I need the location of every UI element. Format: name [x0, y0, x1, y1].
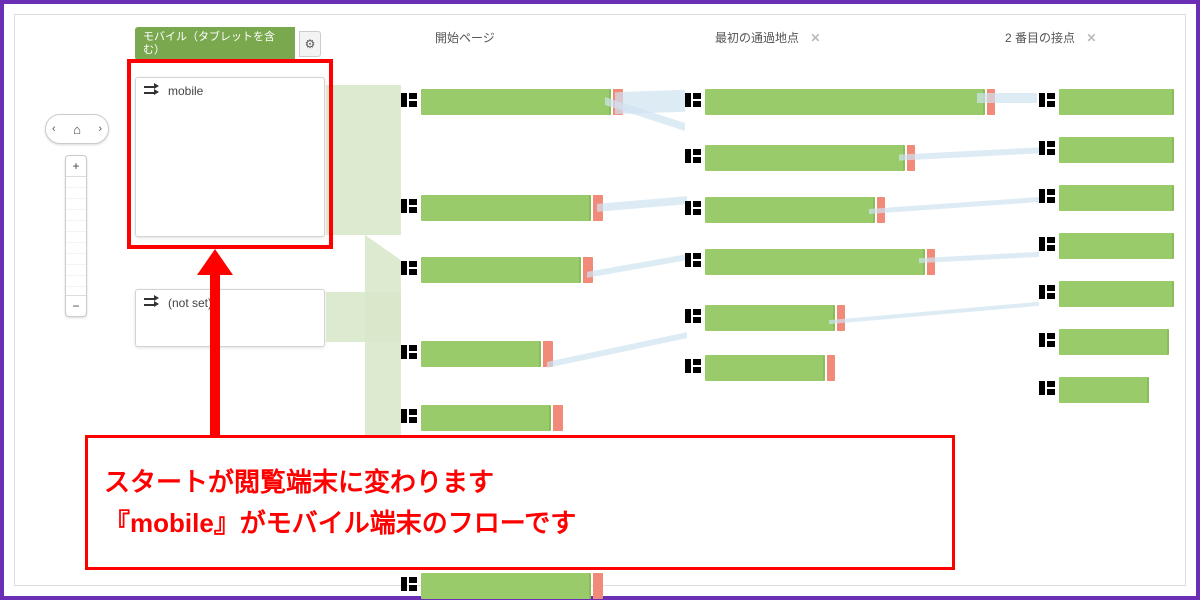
home-icon[interactable]: ⌂: [73, 122, 81, 137]
col-header-first-interaction: 最初の通過地点 ✕: [715, 29, 820, 46]
page-icon: [1039, 189, 1055, 203]
page-icon: [1039, 381, 1055, 395]
source-label: (not set): [168, 296, 212, 310]
page-icon: [685, 253, 701, 267]
remove-column-icon[interactable]: ✕: [1086, 31, 1096, 45]
zoom-track[interactable]: [66, 176, 86, 296]
nav-prev[interactable]: ‹: [52, 123, 56, 135]
col-header-second-interaction: 2 番目の接点 ✕: [1005, 29, 1096, 46]
source-card-mobile[interactable]: mobile: [135, 77, 325, 237]
page-icon: [401, 199, 417, 213]
zoom-control[interactable]: + −: [65, 155, 87, 317]
nav-next[interactable]: ›: [98, 123, 102, 135]
page-icon: [685, 93, 701, 107]
flow-link: [869, 197, 1039, 214]
flow-link: [899, 147, 1039, 160]
traffic-source-icon: [144, 84, 162, 98]
col-header-second-interaction-label: 2 番目の接点: [1005, 31, 1075, 45]
page-icon: [1039, 285, 1055, 299]
page-node[interactable]: [401, 573, 611, 599]
source-label: mobile: [168, 84, 203, 98]
page-icon: [401, 261, 417, 275]
traffic-source-icon: [144, 296, 162, 310]
page-icon: [401, 409, 417, 423]
col-header-first-interaction-label: 最初の通過地点: [715, 31, 799, 45]
page-icon: [401, 345, 417, 359]
page-icon: [685, 309, 701, 323]
source-card-notset[interactable]: (not set): [135, 289, 325, 347]
page-node[interactable]: [401, 195, 611, 221]
flow-link: [919, 252, 1039, 263]
page-icon: [1039, 93, 1055, 107]
page-node[interactable]: [401, 89, 621, 115]
zoom-in-button[interactable]: +: [66, 156, 86, 176]
annotation-box: スタートが閲覧端末に変わります 『mobile』がモバイル端末のフローです: [85, 435, 955, 570]
screenshot-frame: ‹ ⌂ › + − モバイル（タブレットを含む） ⚙ 開始ページ 最初の通過地点…: [0, 0, 1200, 600]
flow-link: [587, 254, 687, 278]
page-icon: [401, 577, 417, 591]
page-icon: [1039, 141, 1055, 155]
page-node[interactable]: [401, 405, 571, 431]
page-node[interactable]: [401, 341, 561, 367]
gear-icon[interactable]: ⚙: [299, 31, 321, 57]
zoom-out-button[interactable]: −: [66, 296, 86, 316]
flow-link: [547, 332, 687, 368]
segment-label[interactable]: モバイル（タブレットを含む）: [135, 27, 295, 60]
flow-canvas: ‹ ⌂ › + − モバイル（タブレットを含む） ⚙ 開始ページ 最初の通過地点…: [14, 14, 1186, 586]
annotation-arrow: [210, 271, 220, 435]
page-icon: [1039, 237, 1055, 251]
page-icon: [685, 149, 701, 163]
segment-chip[interactable]: モバイル（タブレットを含む） ⚙: [135, 27, 321, 60]
flow-nav-pill[interactable]: ‹ ⌂ ›: [45, 114, 109, 144]
flow-ribbon: [326, 85, 401, 235]
remove-column-icon[interactable]: ✕: [810, 31, 820, 45]
page-icon: [401, 93, 417, 107]
page-node[interactable]: [401, 257, 601, 283]
flow-ribbon: [326, 292, 401, 342]
annotation-line1: スタートが閲覧端末に変わります: [104, 462, 936, 502]
page-icon: [685, 359, 701, 373]
annotation-line2: 『mobile』がモバイル端末のフローです: [104, 503, 936, 543]
flow-link: [829, 302, 1039, 324]
flow-link: [977, 93, 1037, 103]
page-icon: [685, 201, 701, 215]
page-icon: [1039, 333, 1055, 347]
col-header-start-page: 開始ページ: [435, 29, 495, 46]
